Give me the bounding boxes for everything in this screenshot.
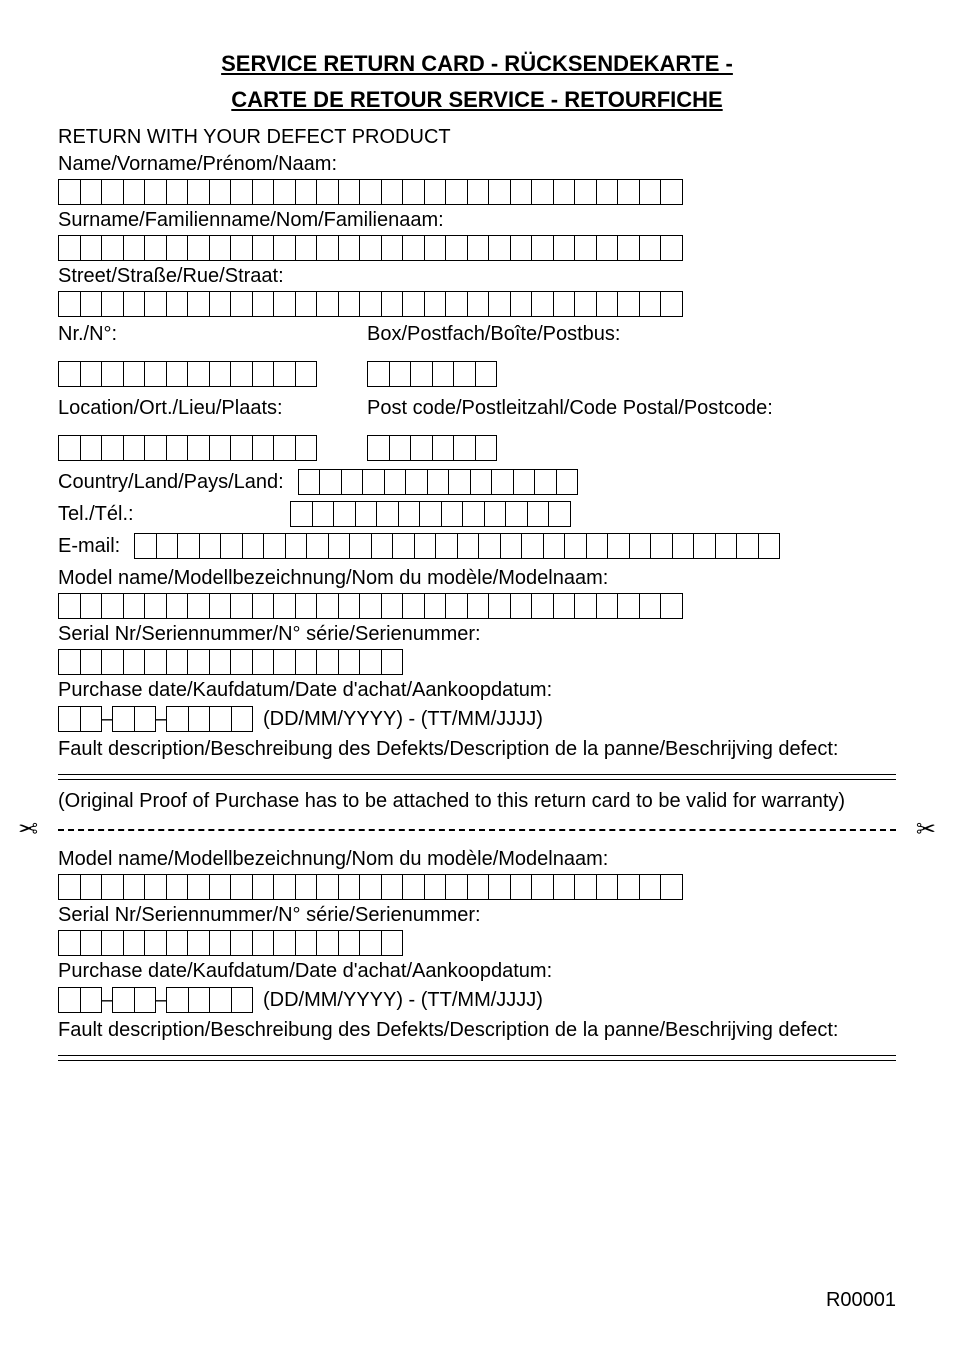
label-email: E-mail:: [58, 533, 120, 559]
date-format-note: (DD/MM/YYYY) - (TT/MM/JJJJ): [263, 708, 543, 731]
label-purchase-2: Purchase date/Kaufdatum/Date d'achat/Aan…: [58, 958, 896, 984]
date-dash-3: –: [102, 987, 112, 1013]
label-surname: Surname/Familienname/Nom/Familienaam:: [58, 207, 896, 233]
input-purchase-month[interactable]: [112, 706, 156, 732]
fault-line-1[interactable]: [58, 774, 896, 775]
label-purchase: Purchase date/Kaufdatum/Date d'achat/Aan…: [58, 677, 896, 703]
date-dash-2: –: [156, 706, 166, 732]
input-purchase-year-2[interactable]: [166, 987, 253, 1013]
input-nr[interactable]: [58, 361, 317, 387]
fault-line-3[interactable]: [58, 1055, 896, 1056]
label-model: Model name/Modellbezeichnung/Nom du modè…: [58, 565, 896, 591]
input-serial-2[interactable]: [58, 930, 896, 956]
label-postcode: Post code/Postleitzahl/Code Postal/Postc…: [367, 395, 773, 421]
label-model-2: Model name/Modellbezeichnung/Nom du modè…: [58, 846, 896, 872]
input-email[interactable]: [134, 533, 780, 559]
cut-dashed-line: [58, 829, 896, 831]
date-dash-4: –: [156, 987, 166, 1013]
input-location[interactable]: [58, 435, 317, 461]
label-location: Location/Ort./Lieu/Plaats:: [58, 395, 317, 421]
label-box: Box/Postfach/Boîte/Postbus:: [367, 321, 620, 347]
original-proof-note: (Original Proof of Purchase has to be at…: [58, 788, 896, 814]
fault-line-2[interactable]: [58, 779, 896, 780]
return-with-text: RETURN WITH YOUR DEFECT PRODUCT: [58, 124, 896, 150]
input-street[interactable]: [58, 291, 896, 317]
label-street: Street/Straße/Rue/Straat:: [58, 263, 896, 289]
input-postcode[interactable]: [367, 435, 773, 461]
input-purchase-day-2[interactable]: [58, 987, 102, 1013]
input-tel[interactable]: [290, 501, 571, 527]
label-name: Name/Vorname/Prénom/Naam:: [58, 151, 896, 177]
label-serial: Serial Nr/Seriennummer/N° série/Serienum…: [58, 621, 896, 647]
input-name[interactable]: [58, 179, 896, 205]
input-country[interactable]: [298, 469, 579, 495]
cut-line-row: ✂ ✂: [8, 815, 946, 845]
input-surname[interactable]: [58, 235, 896, 261]
label-fault-2: Fault description/Beschreibung des Defek…: [58, 1017, 896, 1043]
title-line-2: CARTE DE RETOUR SERVICE - RETOURFICHE: [58, 86, 896, 114]
input-box[interactable]: [367, 361, 620, 387]
scissors-icon: ✂: [18, 815, 38, 845]
label-serial-2: Serial Nr/Seriennummer/N° série/Serienum…: [58, 902, 896, 928]
input-model-2[interactable]: [58, 874, 896, 900]
label-tel: Tel./Tél.:: [58, 501, 276, 527]
input-purchase-year[interactable]: [166, 706, 253, 732]
input-serial[interactable]: [58, 649, 896, 675]
input-model[interactable]: [58, 593, 896, 619]
input-purchase-day[interactable]: [58, 706, 102, 732]
document-code: R00001: [826, 1289, 896, 1312]
fault-line-4[interactable]: [58, 1060, 896, 1061]
title-line-1: SERVICE RETURN CARD - RÜCKSENDEKARTE -: [58, 50, 896, 78]
date-dash-1: –: [102, 706, 112, 732]
scissors-icon: ✂: [916, 815, 936, 845]
label-nr: Nr./N°:: [58, 321, 317, 347]
label-fault: Fault description/Beschreibung des Defek…: [58, 736, 896, 762]
label-country: Country/Land/Pays/Land:: [58, 469, 284, 495]
date-format-note-2: (DD/MM/YYYY) - (TT/MM/JJJJ): [263, 989, 543, 1012]
input-purchase-month-2[interactable]: [112, 987, 156, 1013]
